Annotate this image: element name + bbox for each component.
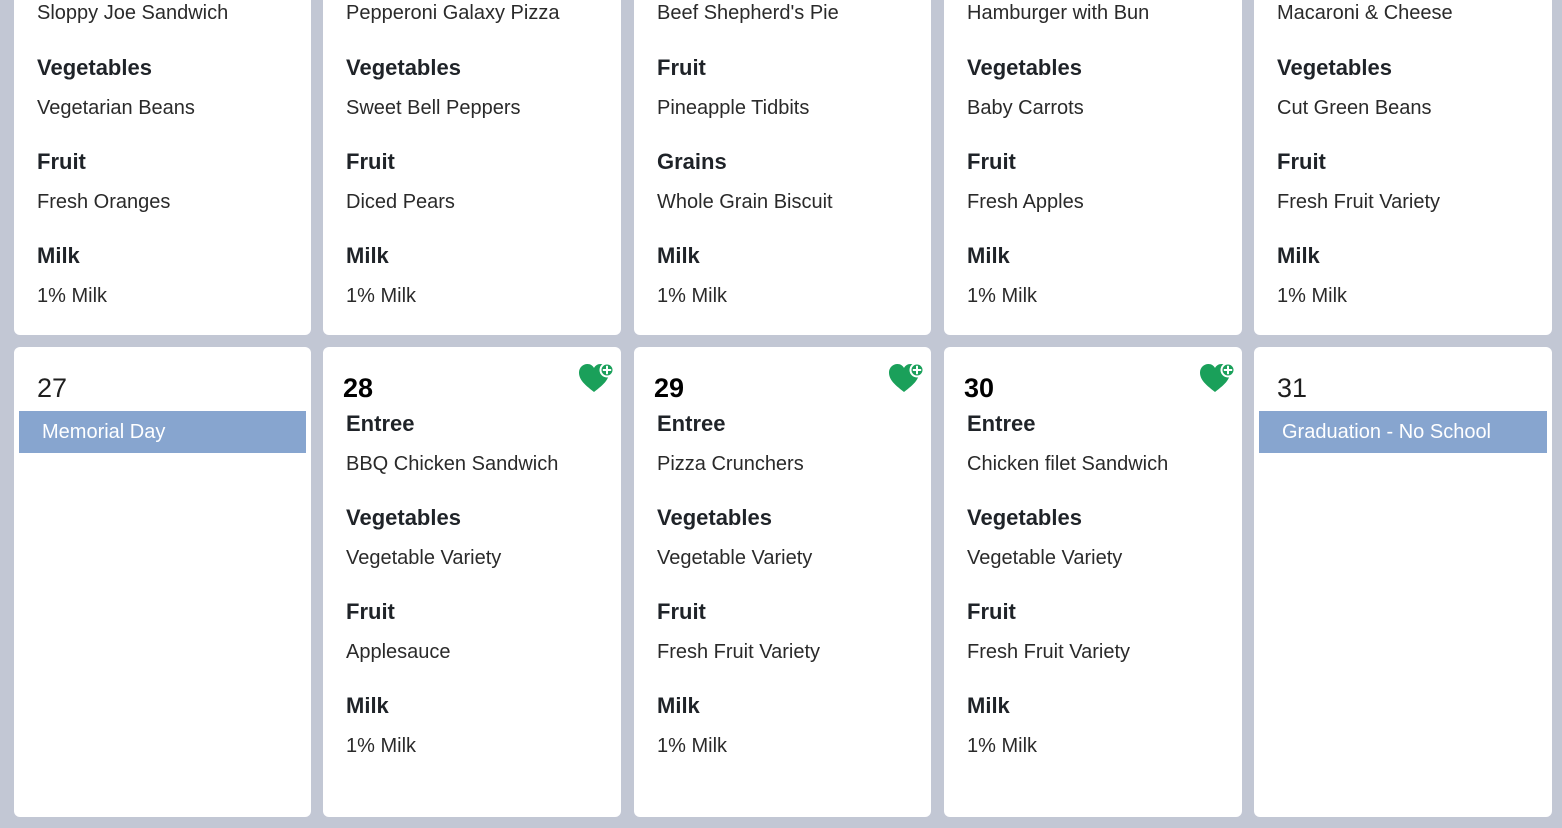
menu-item: 1% Milk	[346, 735, 417, 757]
menu-item: Chicken filet Sandwich	[967, 453, 1169, 475]
menu-sections: Sloppy Joe Sandwich Vegetables Vegetaria…	[37, 1, 301, 308]
menu-item: 1% Milk	[967, 285, 1038, 307]
day-number: 30	[964, 373, 995, 403]
menu-item: 1% Milk	[1277, 285, 1348, 307]
menu-item: 1% Milk	[967, 735, 1038, 757]
menu-item: Vegetarian Beans	[37, 97, 195, 119]
menu-item: Vegetable Variety	[657, 547, 813, 569]
menu-category: Vegetables	[967, 505, 1082, 530]
menu-sections: Entree Pizza Crunchers Vegetables Vegeta…	[657, 411, 921, 758]
menu-item: Fresh Fruit Variety	[657, 641, 820, 663]
menu-category: Milk	[1277, 243, 1320, 268]
menu-category: Milk	[967, 693, 1010, 718]
menu-category: Milk	[346, 243, 389, 268]
menu-sections: Beef Shepherd's Pie Fruit Pineapple Tidb…	[657, 1, 921, 308]
menu-category: Entree	[657, 411, 726, 436]
menu-item: Cut Green Beans	[1277, 97, 1432, 119]
menu-item: Beef Shepherd's Pie	[657, 2, 839, 24]
menu-item: Diced Pears	[346, 191, 455, 213]
menu-item: Pineapple Tidbits	[657, 97, 810, 119]
menu-item: Sloppy Joe Sandwich	[37, 2, 229, 24]
menu-item: 1% Milk	[657, 285, 728, 307]
menu-category: Vegetables	[1277, 55, 1392, 80]
menu-item: Macaroni & Cheese	[1277, 2, 1453, 24]
menu-item: 1% Milk	[346, 285, 417, 307]
event-banner[interactable]: Graduation - No School	[1259, 411, 1547, 453]
menu-item: Fresh Oranges	[37, 191, 171, 213]
heart-plus-icon[interactable]	[887, 361, 925, 395]
day-card: Sloppy Joe Sandwich Vegetables Vegetaria…	[14, 0, 311, 335]
menu-category: Vegetables	[967, 55, 1082, 80]
day-card: Hamburger with Bun Vegetables Baby Carro…	[944, 0, 1242, 335]
menu-category: Milk	[657, 243, 700, 268]
menu-item: Whole Grain Biscuit	[657, 191, 833, 213]
menu-item: Fresh Apples	[967, 191, 1084, 213]
menu-category: Fruit	[37, 149, 86, 174]
day-number: 29	[654, 373, 685, 403]
menu-item: Hamburger with Bun	[967, 2, 1150, 24]
day-card: Macaroni & Cheese Vegetables Cut Green B…	[1254, 0, 1552, 335]
menu-category: Vegetables	[657, 505, 772, 530]
menu-category: Fruit	[967, 599, 1016, 624]
menu-item: 1% Milk	[37, 285, 108, 307]
heart-plus-icon[interactable]	[577, 361, 615, 395]
day-card: 31 Graduation - No School	[1254, 347, 1552, 817]
menu-item: Sweet Bell Peppers	[346, 97, 521, 119]
menu-item: Pizza Crunchers	[657, 453, 804, 475]
menu-category: Fruit	[1277, 149, 1326, 174]
menu-item: Applesauce	[346, 641, 451, 663]
menu-category: Entree	[967, 411, 1036, 436]
day-card: Pepperoni Galaxy Pizza Vegetables Sweet …	[323, 0, 621, 335]
menu-category: Milk	[657, 693, 700, 718]
menu-sections: Macaroni & Cheese Vegetables Cut Green B…	[1277, 1, 1542, 308]
menu-category: Grains	[657, 149, 727, 174]
menu-sections: Entree BBQ Chicken Sandwich Vegetables V…	[346, 411, 611, 758]
menu-sections: Entree Chicken filet Sandwich Vegetables…	[967, 411, 1232, 758]
day-card: 28 Entree BBQ Chicken Sandwich Vegetable…	[323, 347, 621, 817]
menu-category: Fruit	[657, 599, 706, 624]
day-number: 31	[1277, 373, 1308, 403]
menu-category: Fruit	[657, 55, 706, 80]
menu-sections: Pepperoni Galaxy Pizza Vegetables Sweet …	[346, 1, 611, 308]
menu-category: Milk	[967, 243, 1010, 268]
menu-category: Vegetables	[37, 55, 152, 80]
menu-category: Vegetables	[346, 55, 461, 80]
heart-plus-icon[interactable]	[1198, 361, 1236, 395]
day-card: 27 Memorial Day	[14, 347, 311, 817]
day-number: 27	[37, 373, 68, 403]
day-number: 28	[343, 373, 374, 403]
menu-category: Milk	[37, 243, 80, 268]
menu-item: 1% Milk	[657, 735, 728, 757]
menu-category: Entree	[346, 411, 415, 436]
menu-category: Milk	[346, 693, 389, 718]
menu-category: Vegetables	[346, 505, 461, 530]
day-card: 29 Entree Pizza Crunchers Vegetables Veg…	[634, 347, 931, 817]
menu-category: Fruit	[346, 599, 395, 624]
menu-item: Fresh Fruit Variety	[967, 641, 1130, 663]
menu-category: Fruit	[967, 149, 1016, 174]
event-banner[interactable]: Memorial Day	[19, 411, 306, 453]
menu-category: Fruit	[346, 149, 395, 174]
day-card: 30 Entree Chicken filet Sandwich Vegetab…	[944, 347, 1242, 817]
menu-item: BBQ Chicken Sandwich	[346, 453, 559, 475]
menu-item: Baby Carrots	[967, 97, 1084, 119]
menu-item: Pepperoni Galaxy Pizza	[346, 2, 560, 24]
menu-item: Vegetable Variety	[346, 547, 502, 569]
day-card: Beef Shepherd's Pie Fruit Pineapple Tidb…	[634, 0, 931, 335]
menu-sections: Hamburger with Bun Vegetables Baby Carro…	[967, 1, 1232, 308]
menu-item: Fresh Fruit Variety	[1277, 191, 1440, 213]
menu-item: Vegetable Variety	[967, 547, 1123, 569]
